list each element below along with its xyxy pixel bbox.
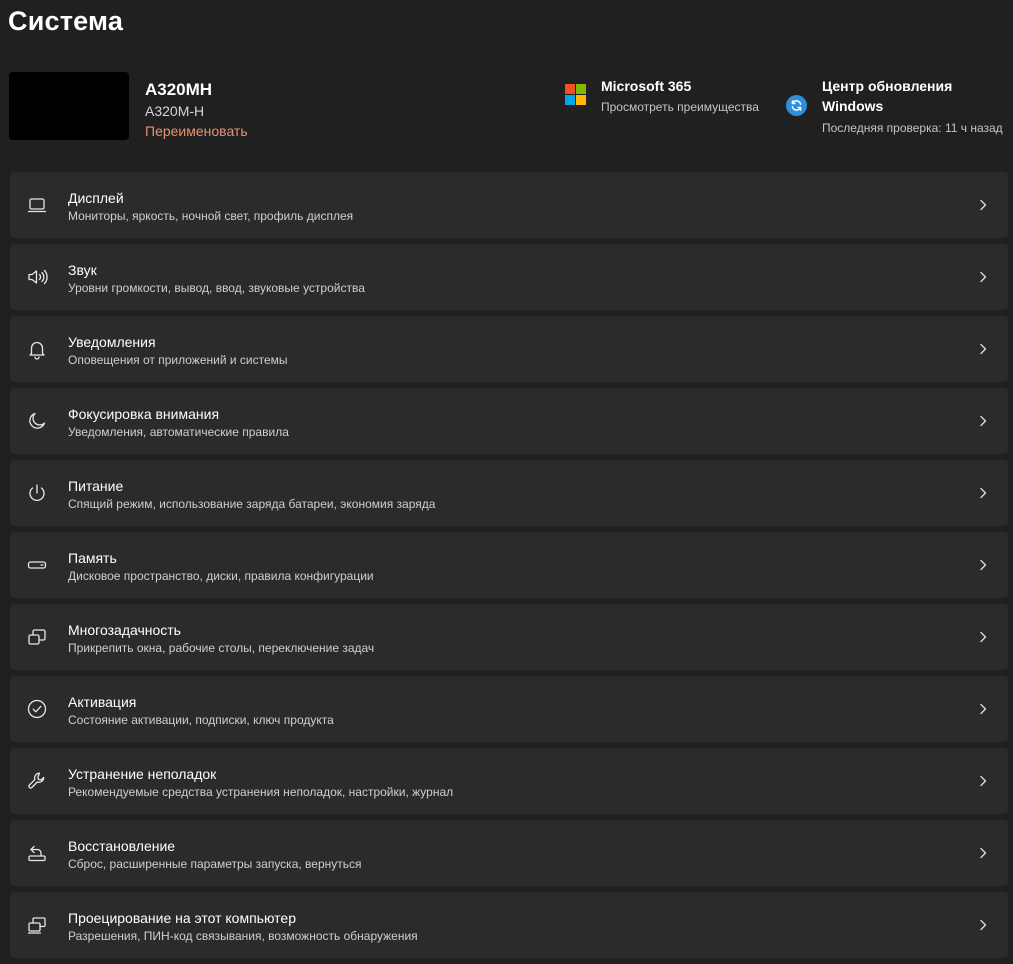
recovery-icon [26,842,48,864]
settings-item-title: Многозадачность [68,622,181,638]
multitasking-icon [26,626,48,648]
settings-item-subtitle: Дисковое пространство, диски, правила ко… [68,569,374,583]
settings-item-title: Дисплей [68,190,124,206]
settings-system-page: Система A320MH A320M-H Переименовать Mic… [0,0,1013,964]
moon-icon [26,410,48,432]
settings-item-subtitle: Спящий режим, использование заряда батар… [68,497,436,511]
chevron-right-icon [976,342,990,356]
settings-item-sound[interactable]: Звук Уровни громкости, вывод, ввод, звук… [10,244,1008,310]
settings-item-focus[interactable]: Фокусировка внимания Уведомления, автома… [10,388,1008,454]
settings-item-title: Устранение неполадок [68,766,217,782]
settings-item-subtitle: Прикрепить окна, рабочие столы, переключ… [68,641,375,655]
settings-item-troubleshoot[interactable]: Устранение неполадок Рекомендуемые средс… [10,748,1008,814]
settings-item-title: Активация [68,694,137,710]
chevron-right-icon [976,630,990,644]
settings-item-title: Память [68,550,117,566]
microsoft-logo-icon [565,84,587,106]
chevron-right-icon [976,702,990,716]
windows-update-icon [786,95,807,116]
settings-item-subtitle: Сброс, расширенные параметры запуска, ве… [68,857,362,871]
storage-icon [26,554,48,576]
sound-icon [26,266,48,288]
chevron-right-icon [976,198,990,212]
wrench-icon [26,770,48,792]
chevron-right-icon [976,918,990,932]
settings-item-title: Фокусировка внимания [68,406,220,422]
device-thumbnail [9,72,129,140]
chevron-right-icon [976,846,990,860]
power-icon [26,482,48,504]
settings-item-subtitle: Состояние активации, подписки, ключ прод… [68,713,334,727]
settings-list: Дисплей Мониторы, яркость, ночной свет, … [10,172,1008,964]
chevron-right-icon [976,486,990,500]
settings-item-activation[interactable]: Активация Состояние активации, подписки,… [10,676,1008,742]
rename-link[interactable]: Переименовать [145,123,248,139]
projection-icon [26,914,48,936]
settings-item-power[interactable]: Питание Спящий режим, использование заря… [10,460,1008,526]
windows-update-title-line1: Центр обновления [822,78,953,94]
settings-item-projection[interactable]: Проецирование на этот компьютер Разрешен… [10,892,1008,958]
settings-item-subtitle: Разрешения, ПИН-код связывания, возможно… [68,929,418,943]
settings-item-recovery[interactable]: Восстановление Сброс, расширенные параме… [10,820,1008,886]
chevron-right-icon [976,774,990,788]
settings-item-title: Восстановление [68,838,176,854]
checkmark-circle-icon [26,698,48,720]
settings-item-title: Уведомления [68,334,156,350]
settings-item-multitasking[interactable]: Многозадачность Прикрепить окна, рабочие… [10,604,1008,670]
chevron-right-icon [976,558,990,572]
microsoft365-title: Microsoft 365 [601,78,692,94]
windows-update-title-line2: Windows [822,98,884,114]
windows-update-tile[interactable]: Центр обновления Windows Последняя прове… [785,76,1007,138]
chevron-right-icon [976,414,990,428]
microsoft365-subtitle: Просмотреть преимущества [601,100,759,114]
chevron-right-icon [976,270,990,284]
microsoft365-tile[interactable]: Microsoft 365 Просмотреть преимущества [563,76,768,120]
settings-item-notifications[interactable]: Уведомления Оповещения от приложений и с… [10,316,1008,382]
settings-item-subtitle: Уведомления, автоматические правила [68,425,289,439]
settings-item-title: Проецирование на этот компьютер [68,910,296,926]
device-model: A320M-H [145,103,205,119]
settings-item-display[interactable]: Дисплей Мониторы, яркость, ночной свет, … [10,172,1008,238]
settings-item-subtitle: Рекомендуемые средства устранения непола… [68,785,454,799]
settings-item-subtitle: Мониторы, яркость, ночной свет, профиль … [68,209,354,223]
windows-update-subtitle: Последняя проверка: 11 ч назад [822,121,1003,135]
page-title: Система [8,6,124,36]
device-name: A320MH [145,80,213,99]
bell-icon [26,338,48,360]
display-icon [26,194,48,216]
settings-item-title: Питание [68,478,124,494]
settings-item-storage[interactable]: Память Дисковое пространство, диски, пра… [10,532,1008,598]
settings-item-subtitle: Оповещения от приложений и системы [68,353,288,367]
settings-item-title: Звук [68,262,97,278]
settings-item-subtitle: Уровни громкости, вывод, ввод, звуковые … [68,281,365,295]
